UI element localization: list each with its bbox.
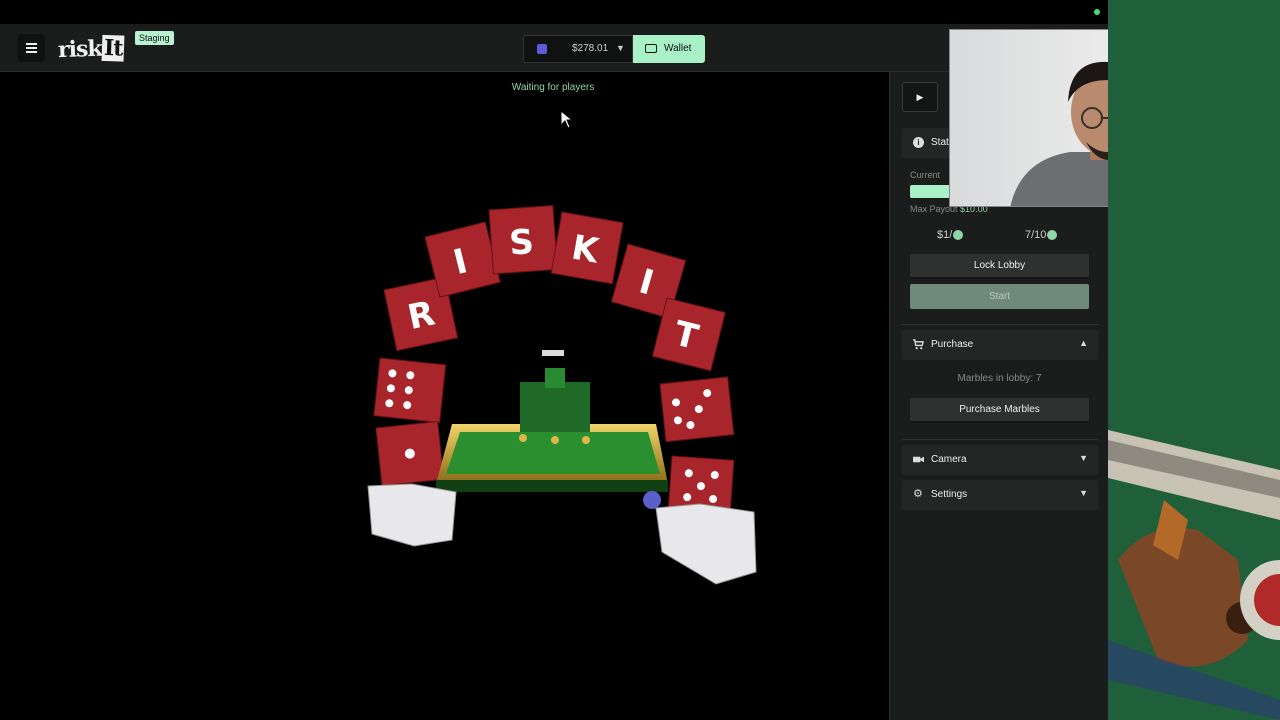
- gear-icon: ⚙: [913, 488, 923, 500]
- chevron-down-icon: ▼: [1079, 453, 1088, 463]
- cursor-icon: [560, 110, 574, 129]
- balance-value: $278.01: [572, 43, 609, 54]
- logo-text: risk: [57, 35, 103, 64]
- players-stat: 7/10: [1025, 229, 1058, 241]
- right-hand: [655, 503, 757, 585]
- lock-lobby-button[interactable]: Lock Lobby: [910, 254, 1089, 279]
- wallet-label: Wallet: [664, 43, 692, 54]
- settings-title: Settings: [931, 489, 968, 500]
- chevron-up-icon: ▲: [1079, 338, 1088, 348]
- chevron-down-icon: ▼: [1079, 488, 1088, 498]
- logo-box-text: It: [101, 34, 125, 62]
- players-stat-value: 7/10: [1025, 229, 1047, 241]
- game-canvas[interactable]: Waiting for players R I S K I T: [0, 72, 889, 720]
- game-scene: R I S K I T: [367, 205, 757, 585]
- letter-die-s: S: [488, 205, 558, 275]
- coin-icon: [1047, 230, 1058, 241]
- svg-text:S: S: [508, 222, 535, 264]
- camera-panel-header[interactable]: Camera ▼: [902, 445, 1098, 475]
- info-icon: i: [913, 137, 924, 148]
- background-photo-strip: [1108, 0, 1280, 720]
- pip-die-right-1: [659, 376, 735, 443]
- purchase-panel-header[interactable]: Purchase ▲: [902, 330, 1098, 360]
- app-header: riskIt Staging $278.01 ▼ Wallet: [0, 24, 1108, 72]
- cart-icon: [913, 339, 924, 350]
- camera-icon: [913, 456, 924, 463]
- entry-stat: $1/: [937, 229, 964, 241]
- marbles-in-lobby: Marbles in lobby: 7: [957, 373, 1042, 384]
- play-icon: ▶: [916, 91, 924, 102]
- purchase-title: Purchase: [931, 339, 974, 350]
- menu-icon: [25, 47, 37, 49]
- recording-indicator: [1094, 9, 1100, 15]
- balance-dropdown[interactable]: $278.01 ▼: [523, 35, 633, 63]
- entry-stat-value: $1/: [937, 229, 953, 241]
- felt-photo: [1108, 0, 1280, 720]
- camera-title: Camera: [931, 454, 967, 465]
- wallet-button[interactable]: Wallet: [633, 35, 705, 63]
- settings-panel-header[interactable]: ⚙ Settings ▼: [902, 480, 1098, 510]
- start-button[interactable]: Start: [910, 284, 1089, 309]
- left-hand: [367, 483, 457, 547]
- play-button[interactable]: ▶: [902, 82, 938, 112]
- top-strip: [0, 0, 1280, 24]
- current-label: Current: [910, 170, 941, 180]
- letter-die-k: K: [550, 211, 624, 285]
- menu-button[interactable]: [17, 34, 45, 62]
- logo[interactable]: riskIt: [57, 34, 125, 64]
- chevron-down-icon: ▼: [616, 43, 625, 53]
- staging-badge: Staging: [135, 31, 174, 45]
- divider: [902, 439, 1098, 440]
- status-title: Stat: [931, 137, 949, 148]
- marble-board: [436, 350, 668, 509]
- coin-icon: [953, 230, 964, 241]
- divider: [902, 324, 1098, 325]
- pip-die-left-1: [373, 357, 447, 424]
- purchase-marbles-button[interactable]: Purchase Marbles: [910, 398, 1089, 423]
- coin-icon: [537, 44, 547, 54]
- pip-die-left-2: [375, 420, 445, 487]
- wallet-icon: [645, 44, 657, 53]
